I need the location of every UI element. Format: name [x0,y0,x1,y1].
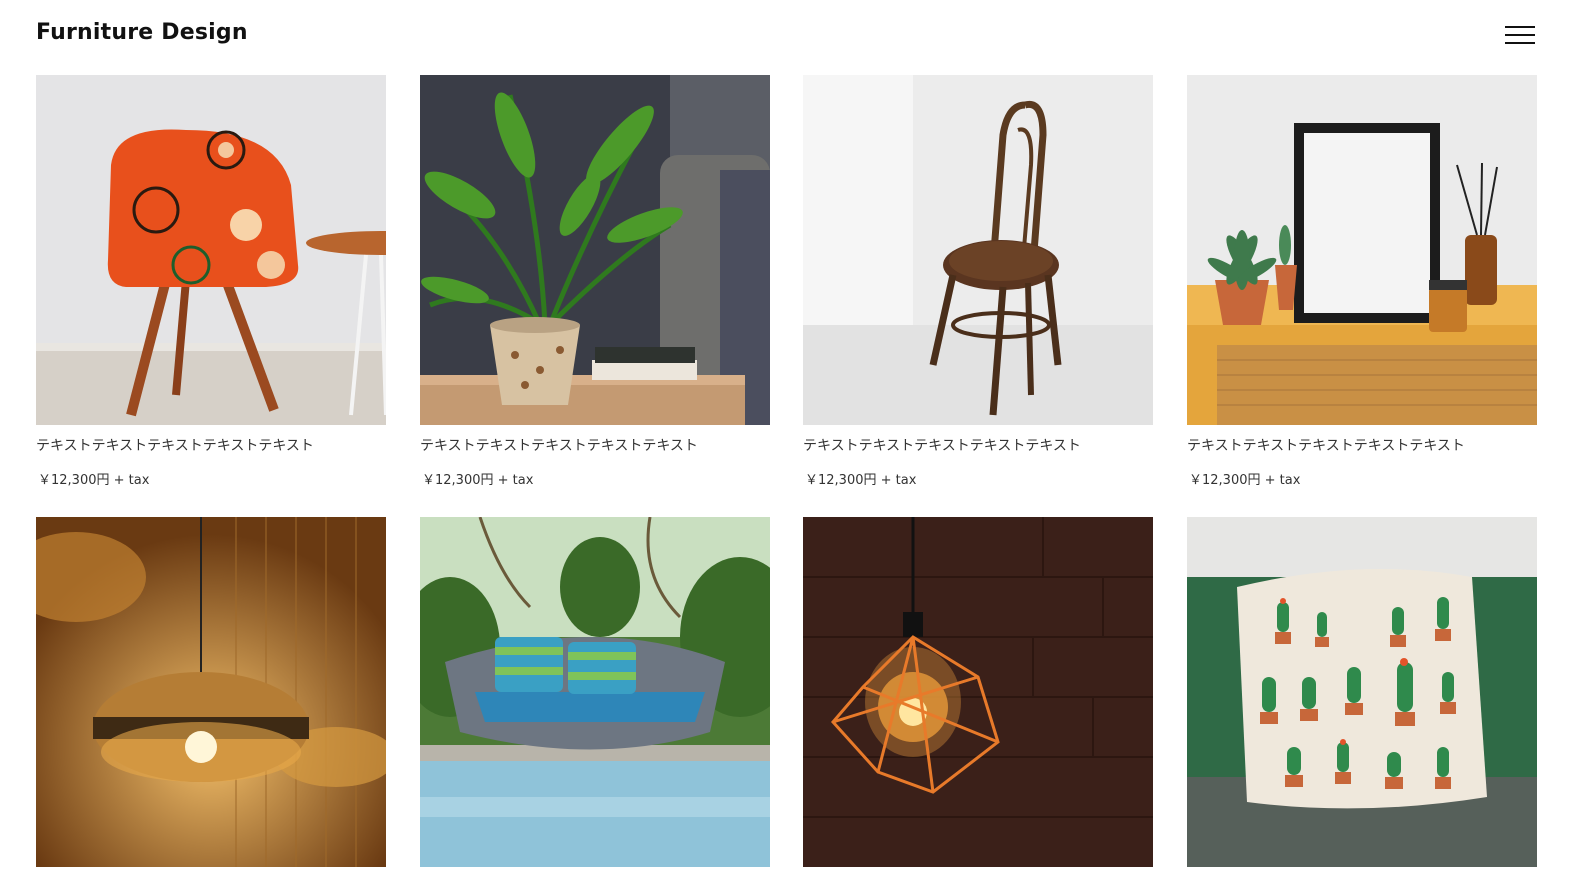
product-price: ￥12,300円 + tax [38,473,150,488]
hamburger-menu-icon[interactable] [1505,25,1537,47]
product-card[interactable]: テキストテキストテキストテキストテキスト ￥12,300円 + tax [1187,75,1537,488]
product-card[interactable] [1187,517,1537,881]
product-name[interactable]: テキストテキストテキストテキストテキスト [36,435,386,455]
product-card[interactable] [420,517,770,881]
product-price: ￥12,300円 + tax [805,473,917,488]
product-card[interactable]: テキストテキストテキストテキストテキスト ￥12,300円 + tax [420,75,770,488]
product-image-frame-succulents[interactable] [1187,75,1537,425]
product-name[interactable]: テキストテキストテキストテキストテキスト [420,435,770,455]
product-image-rattan-lamp[interactable] [36,517,386,867]
menu-bar [1505,26,1535,28]
menu-bar [1505,34,1535,36]
product-card[interactable]: テキストテキストテキストテキストテキスト ￥12,300円 + tax [36,75,386,488]
menu-bar [1505,42,1535,44]
product-image-orange-chair[interactable] [36,75,386,425]
product-name[interactable]: テキストテキストテキストテキストテキスト [1187,435,1537,455]
product-card[interactable] [36,517,386,881]
product-card[interactable]: テキストテキストテキストテキストテキスト ￥12,300円 + tax [803,75,1153,488]
product-card[interactable] [803,517,1153,881]
product-name[interactable]: テキストテキストテキストテキストテキスト [803,435,1153,455]
site-title[interactable]: Furniture Design [36,20,248,45]
product-image-outdoor-daybed[interactable] [420,517,770,867]
product-image-geometric-lamp[interactable] [803,517,1153,867]
product-image-palm-plant[interactable] [420,75,770,425]
product-image-cactus-pillow[interactable] [1187,517,1537,867]
product-price: ￥12,300円 + tax [1189,473,1301,488]
product-price: ￥12,300円 + tax [422,473,534,488]
product-image-bentwood-chair[interactable] [803,75,1153,425]
